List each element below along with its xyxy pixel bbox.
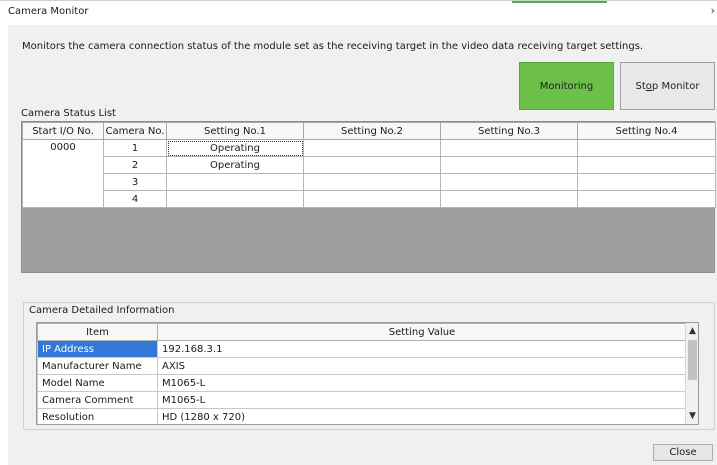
setting-cell[interactable] [577, 156, 716, 174]
setting-cell[interactable] [440, 190, 578, 208]
camera-no-cell[interactable]: 2 [103, 156, 167, 174]
title-bar: Camera Monitor › [0, 0, 717, 25]
table-row[interactable]: Manufacturer Name AXIS [37, 357, 687, 375]
detail-value-cell[interactable]: M1065-L [157, 391, 687, 409]
detail-item-cell[interactable]: Model Name [37, 374, 158, 392]
column-header-setting-2[interactable]: Setting No.2 [303, 122, 441, 140]
column-header-item[interactable]: Item [37, 323, 158, 341]
scroll-down-icon[interactable]: ▼ [686, 409, 698, 423]
column-header-setting-4[interactable]: Setting No.4 [577, 122, 716, 140]
close-button-label: Close [669, 447, 697, 458]
camera-no-cell[interactable]: 3 [103, 173, 167, 191]
description-text: Monitors the camera connection status of… [22, 41, 644, 52]
camera-status-list-label: Camera Status List [21, 108, 116, 119]
setting-cell[interactable] [577, 190, 716, 208]
monitoring-button-label: Monitoring [539, 80, 594, 92]
scroll-up-icon[interactable]: ▲ [686, 324, 698, 338]
status-header-row: Start I/O No. Camera No. Setting No.1 Se… [22, 122, 716, 140]
camera-detail-table: Item Setting Value IP Address 192.168.3.… [37, 323, 687, 424]
detail-value-cell[interactable]: AXIS [157, 357, 687, 375]
window-close-icon[interactable]: › [711, 4, 715, 17]
column-header-setting-1[interactable]: Setting No.1 [166, 122, 304, 140]
column-header-setting-value[interactable]: Setting Value [157, 323, 687, 341]
camera-detail-label: Camera Detailed Information [27, 305, 177, 316]
detail-item-cell[interactable]: Manufacturer Name [37, 357, 158, 375]
table-row[interactable]: 4 [23, 190, 716, 208]
setting-cell[interactable] [303, 156, 441, 174]
table-row[interactable]: Model Name M1065-L [37, 374, 687, 392]
stop-monitor-button[interactable]: Stop Monitor [620, 62, 715, 110]
column-header-start-io[interactable]: Start I/O No. [22, 122, 104, 140]
table-row[interactable]: Camera Comment M1065-L [37, 391, 687, 409]
setting-cell[interactable] [166, 173, 304, 191]
setting-cell[interactable] [303, 173, 441, 191]
detail-header-row: Item Setting Value [37, 323, 687, 341]
table-row[interactable]: 2 Operating [23, 156, 716, 174]
detail-item-cell[interactable]: Resolution [37, 408, 158, 424]
detail-value-cell[interactable]: 192.168.3.1 [157, 340, 687, 358]
camera-no-cell[interactable]: 1 [103, 139, 167, 157]
table-row[interactable]: 0000 1 Operating [22, 139, 716, 208]
camera-status-table: Start I/O No. Camera No. Setting No.1 Se… [22, 122, 716, 208]
camera-detail-table-container: Item Setting Value IP Address 192.168.3.… [36, 322, 699, 425]
setting-cell[interactable] [440, 156, 578, 174]
setting-cell[interactable] [166, 190, 304, 208]
close-button[interactable]: Close [653, 444, 713, 461]
stop-monitor-button-label: Stop Monitor [635, 80, 700, 92]
setting-cell[interactable] [577, 173, 716, 191]
monitoring-button[interactable]: Monitoring [519, 62, 614, 110]
setting-cell[interactable]: Operating [166, 156, 304, 174]
start-io-cell[interactable]: 0000 [22, 139, 104, 208]
dialog-body: Monitors the camera connection status of… [8, 25, 717, 465]
setting-cell[interactable] [303, 139, 441, 157]
window-title: Camera Monitor [8, 6, 89, 17]
table-row[interactable]: Resolution HD (1280 x 720) [37, 408, 687, 424]
setting-cell[interactable] [440, 173, 578, 191]
setting-cell[interactable] [303, 190, 441, 208]
scroll-thumb[interactable] [688, 340, 697, 380]
detail-vertical-scrollbar[interactable]: ▲ ▼ [685, 323, 698, 424]
column-header-setting-3[interactable]: Setting No.3 [440, 122, 578, 140]
column-header-camera-no[interactable]: Camera No. [103, 122, 167, 140]
detail-item-cell[interactable]: Camera Comment [37, 391, 158, 409]
setting-cell[interactable] [440, 139, 578, 157]
setting-cell[interactable]: Operating [166, 139, 304, 157]
detail-item-cell[interactable]: IP Address [37, 340, 158, 358]
detail-value-cell[interactable]: HD (1280 x 720) [157, 408, 687, 424]
detail-value-cell[interactable]: M1065-L [157, 374, 687, 392]
setting-cell[interactable] [577, 139, 716, 157]
title-accent-bar [512, 1, 607, 3]
table-row[interactable]: 3 [23, 173, 716, 191]
table-row[interactable]: IP Address 192.168.3.1 [37, 340, 687, 358]
camera-no-cell[interactable]: 4 [103, 190, 167, 208]
camera-status-table-container: Start I/O No. Camera No. Setting No.1 Se… [21, 121, 716, 273]
